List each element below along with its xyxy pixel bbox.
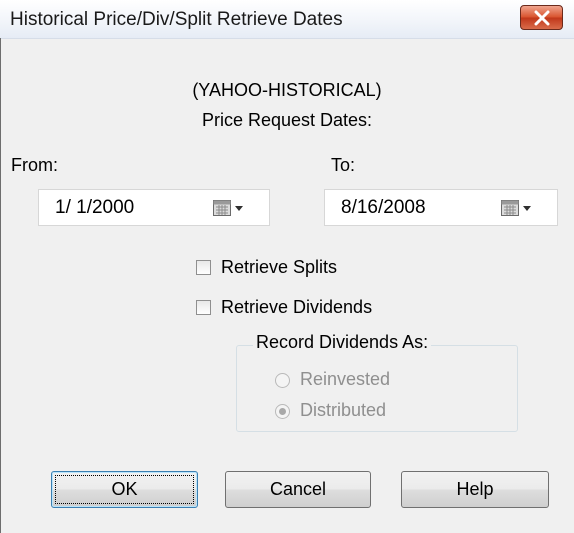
calendar-dropdown-icon[interactable]	[213, 200, 247, 217]
ok-button[interactable]: OK	[51, 471, 198, 508]
radio-selected-dot	[279, 408, 286, 415]
record-dividends-title: Record Dividends As:	[253, 332, 432, 353]
cancel-button-label[interactable]: Cancel	[270, 479, 326, 499]
calendar-dropdown-icon[interactable]	[501, 200, 535, 217]
reinvested-label[interactable]: Reinvested	[300, 369, 390, 390]
data-source-label: (YAHOO-HISTORICAL)	[192, 80, 382, 100]
distributed-label[interactable]: Distributed	[300, 400, 386, 421]
retrieve-dividends-label[interactable]: Retrieve Dividends	[221, 297, 372, 318]
to-date-value[interactable]: 8/16/2008	[341, 197, 426, 219]
price-request-heading: Price Request Dates:	[201, 110, 373, 130]
from-date-picker[interactable]: 1/ 1/2000	[38, 189, 270, 226]
distributed-radio[interactable]	[275, 404, 290, 419]
close-icon	[534, 10, 550, 26]
from-label: From:	[11, 155, 58, 175]
help-button[interactable]: Help	[401, 471, 549, 508]
help-button-label[interactable]: Help	[456, 479, 493, 499]
retrieve-splits-checkbox[interactable]	[196, 260, 211, 275]
from-date-value[interactable]: 1/ 1/2000	[55, 197, 134, 219]
reinvested-radio[interactable]	[275, 373, 290, 388]
retrieve-splits-label[interactable]: Retrieve Splits	[221, 257, 337, 278]
title-bar[interactable]: Historical Price/Div/Split Retrieve Date…	[0, 0, 574, 39]
to-label: To:	[331, 155, 356, 175]
close-button[interactable]	[520, 5, 563, 30]
to-date-picker[interactable]: 8/16/2008	[324, 189, 558, 226]
window-title: Historical Price/Div/Split Retrieve Date…	[10, 9, 343, 30]
retrieve-dividends-checkbox[interactable]	[196, 300, 211, 315]
cancel-button[interactable]: Cancel	[225, 471, 371, 508]
focus-rectangle	[55, 475, 194, 504]
